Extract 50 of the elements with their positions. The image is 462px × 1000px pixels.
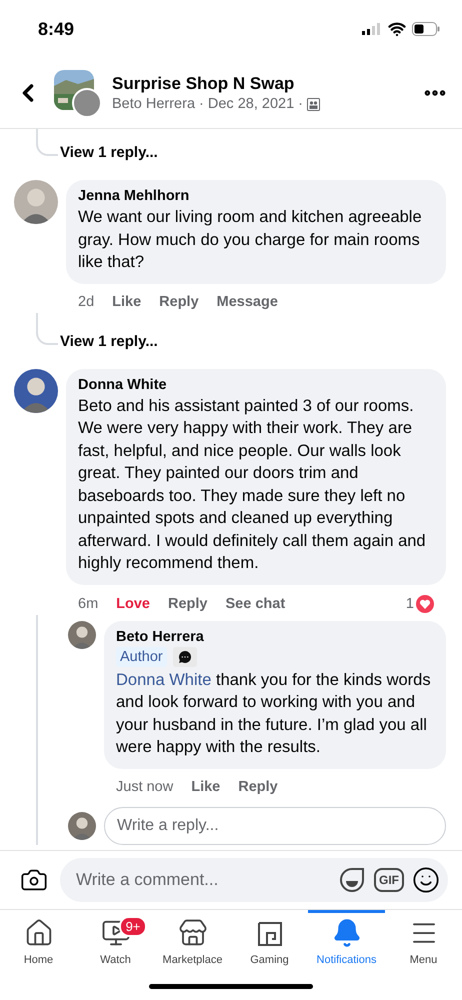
comment-action[interactable]: See chat <box>226 596 286 612</box>
nav-tab[interactable]: Notifications <box>308 910 385 972</box>
gaming-icon <box>256 920 284 948</box>
signal-icon <box>362 23 382 35</box>
comment-author[interactable]: Beto Herrera <box>116 628 434 644</box>
nav-tab[interactable]: Marketplace <box>154 910 231 972</box>
avatar <box>14 368 58 412</box>
comment-text: Donna White thank you for the kinds words and look forward to working with you and your husband in the future. I’m glad you all were happy with the results. <box>116 670 432 758</box>
nav-tab[interactable]: Gaming <box>231 910 308 972</box>
comment-action[interactable]: Reply <box>159 294 199 310</box>
comment-field[interactable]: Write a comment... GIF <box>60 858 448 902</box>
avatar <box>68 812 96 840</box>
battery-icon <box>412 22 440 36</box>
comment-action[interactable]: Love <box>116 596 150 612</box>
group-icon <box>307 98 320 110</box>
thread-line <box>36 312 58 344</box>
comment-text: We want our living room and kitchen agreeable gray. How much do you charge for main rooms like that? <box>78 207 423 273</box>
emoji-button[interactable] <box>412 866 440 894</box>
group-title: Surprise Shop N Swap <box>112 74 296 94</box>
mention-link[interactable]: Donna White <box>116 670 212 688</box>
store-icon <box>178 918 208 948</box>
chat-icon <box>172 646 197 666</box>
notification-badge: 9+ <box>118 916 148 937</box>
comment-author[interactable]: Jenna Mehlhorn <box>78 188 434 204</box>
comment-time: 6m <box>78 596 98 612</box>
nav-tab[interactable]: Home <box>0 910 77 972</box>
status-time: 8:49 <box>38 18 74 40</box>
reply-field[interactable]: Write a reply... <box>104 806 446 844</box>
comment-action[interactable]: Message <box>216 294 278 310</box>
avatar <box>68 620 96 648</box>
comment-action[interactable]: Like <box>191 778 220 794</box>
comment-action[interactable]: Reply <box>238 778 278 794</box>
post-byline: Beto Herrera · Dec 28, 2021 · <box>112 96 304 112</box>
view-replies-link[interactable]: View 1 reply... <box>60 332 158 352</box>
comment-text: Beto and his assistant painted 3 of our rooms. We were very happy with their work. They are fast, helpful, and nice people. Our walls look great. They painted our doors trim and baseboards too. They made sure they left no unpainted spots and cleaned up everything afterward. I would definitely call them again and highly recommend them. <box>78 396 427 574</box>
comment-action[interactable]: Like <box>112 294 142 310</box>
view-replies-link[interactable]: View 1 reply... <box>60 144 158 163</box>
wifi-icon <box>388 20 406 38</box>
avatar <box>14 180 58 224</box>
author-badge: Author <box>116 646 167 666</box>
nav-tab[interactable]: 9+ Watch <box>77 910 154 972</box>
nav-tab[interactable]: Menu <box>385 910 462 972</box>
reaction-count: 1 <box>406 596 414 612</box>
comment-time: 2d <box>78 294 94 310</box>
bell-icon <box>332 918 362 948</box>
comment-action[interactable]: Reply <box>168 596 208 612</box>
comment-author[interactable]: Donna White <box>78 376 434 392</box>
gif-button[interactable]: GIF <box>374 868 404 892</box>
comment-time: Just now <box>116 778 174 794</box>
sticker-button[interactable] <box>338 866 366 894</box>
